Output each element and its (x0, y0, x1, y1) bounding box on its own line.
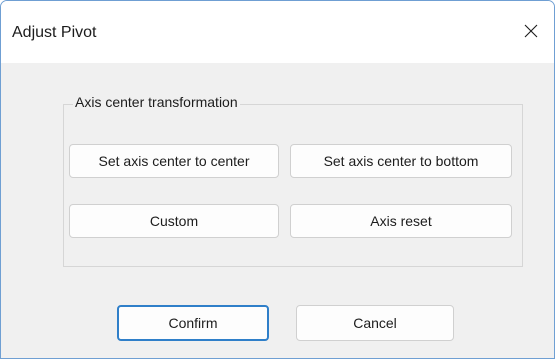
groupbox-label: Axis center transformation (73, 94, 240, 110)
axis-reset-button[interactable]: Axis reset (290, 204, 512, 238)
close-button[interactable] (508, 16, 554, 50)
axis-center-groupbox (63, 104, 523, 267)
title-bar[interactable]: Adjust Pivot (1, 1, 554, 63)
close-icon (524, 24, 538, 43)
dialog-body: Axis center transformation Set axis cent… (1, 63, 554, 358)
cancel-button[interactable]: Cancel (296, 305, 454, 341)
adjust-pivot-dialog: Adjust Pivot Axis center transformation … (0, 0, 555, 359)
custom-button[interactable]: Custom (69, 204, 279, 238)
set-axis-center-to-bottom-button[interactable]: Set axis center to bottom (290, 144, 512, 178)
confirm-button[interactable]: Confirm (117, 305, 269, 341)
window-title: Adjust Pivot (12, 24, 97, 41)
set-axis-center-to-center-button[interactable]: Set axis center to center (69, 144, 279, 178)
